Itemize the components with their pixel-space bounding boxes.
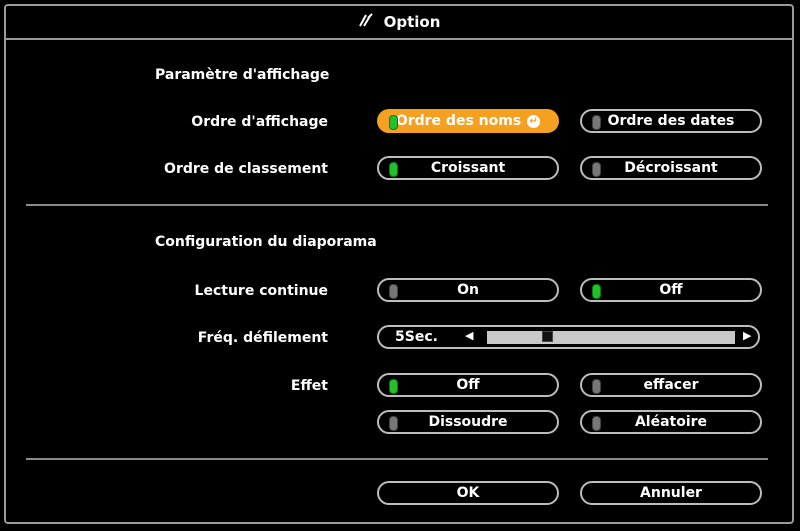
led-off-icon: [389, 416, 398, 431]
scroll-freq-value: 5Sec.: [395, 329, 438, 345]
arrow-right-icon[interactable]: ▶: [743, 329, 751, 342]
sort-descending-button[interactable]: Décroissant: [580, 156, 762, 180]
scroll-freq-slider[interactable]: 5Sec. ◀ ▶: [377, 325, 760, 349]
led-off-icon: [592, 162, 601, 177]
led-on-icon: [389, 115, 398, 130]
tools-icon: [358, 13, 374, 31]
led-off-icon: [592, 115, 601, 130]
option-dialog: Option: [4, 4, 794, 524]
scroll-freq-label: Fréq. défilement: [197, 330, 328, 346]
title-bar: Option: [6, 6, 792, 40]
effect-random-button[interactable]: Aléatoire: [580, 410, 762, 434]
display-order-date-button[interactable]: Ordre des dates: [580, 109, 762, 133]
section-divider: [26, 204, 768, 206]
slider-thumb[interactable]: [542, 331, 553, 342]
display-order-label: Ordre d'affichage: [191, 114, 328, 130]
slider-track[interactable]: [487, 331, 735, 344]
display-order-name-button[interactable]: Ordre des noms ↵: [377, 109, 559, 133]
arrow-left-icon[interactable]: ◀: [465, 329, 473, 342]
display-settings-title: Paramètre d'affichage: [155, 67, 330, 83]
led-off-icon: [592, 416, 601, 431]
cancel-button[interactable]: Annuler: [580, 481, 762, 505]
sort-order-label: Ordre de classement: [164, 161, 328, 177]
led-on-icon: [389, 379, 398, 394]
ok-button[interactable]: OK: [377, 481, 559, 505]
dialog-title: Option: [383, 13, 441, 31]
led-on-icon: [389, 162, 398, 177]
continuous-play-label: Lecture continue: [194, 283, 328, 299]
effect-label: Effet: [290, 378, 328, 394]
continuous-play-on-button[interactable]: On: [377, 278, 559, 302]
enter-icon: ↵: [527, 114, 541, 128]
effect-dissolve-button[interactable]: Dissoudre: [377, 410, 559, 434]
footer-divider: [26, 458, 768, 460]
effect-off-button[interactable]: Off: [377, 373, 559, 397]
led-on-icon: [592, 284, 601, 299]
effect-wipe-button[interactable]: effacer: [580, 373, 762, 397]
led-off-icon: [389, 284, 398, 299]
slideshow-settings-title: Configuration du diaporama: [155, 234, 377, 250]
continuous-play-off-button[interactable]: Off: [580, 278, 762, 302]
sort-ascending-button[interactable]: Croissant: [377, 156, 559, 180]
led-off-icon: [592, 379, 601, 394]
